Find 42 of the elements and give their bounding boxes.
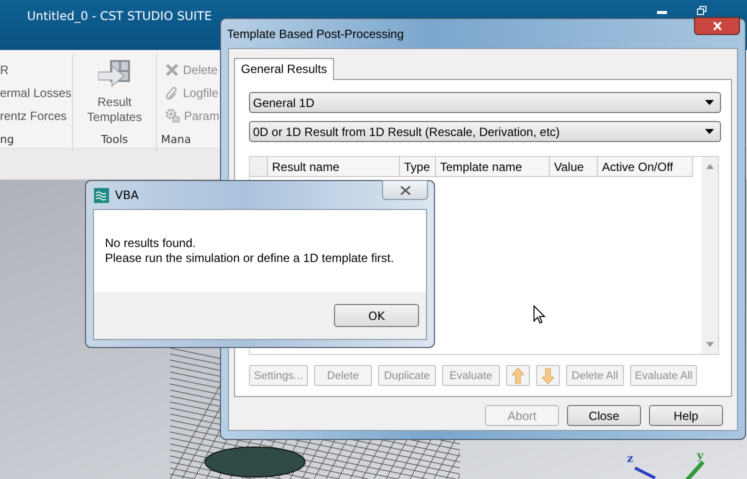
group-label: Mana: [161, 133, 191, 148]
restore-icon[interactable]: [697, 6, 707, 15]
gear-icon: [165, 108, 180, 123]
ribbon-button[interactable]: ermal Losses: [0, 83, 72, 102]
dropdown-arrow-icon: [705, 129, 714, 134]
axis-triad-drawing: z y: [625, 450, 745, 479]
dropdown[interactable]: 0D or 1D Result from 1D Result (Rescale, Derivation, etc): [249, 121, 721, 142]
dropdown[interactable]: General 1D: [249, 92, 721, 113]
dialog-title: Template Based Post-Processing: [226, 26, 404, 43]
message-text: Please run the simulation or define a 1D template first.: [105, 251, 395, 266]
close-icon: [400, 186, 410, 194]
column-header[interactable]: Result name: [268, 157, 400, 177]
ribbon-button[interactable]: rentz Forces: [0, 106, 72, 125]
mouse-cursor-icon: [533, 305, 546, 324]
message-text: No results found.: [105, 236, 197, 251]
scroll-up-icon[interactable]: [706, 164, 714, 169]
up-arrow-icon: [512, 368, 524, 384]
dialog-title: VBA: [115, 188, 139, 202]
down-arrow-icon: [542, 368, 554, 384]
close-icon: [712, 22, 722, 30]
column-header[interactable]: Active On/Off: [598, 157, 693, 177]
close-button[interactable]: [382, 180, 428, 200]
tab[interactable]: General Results: [234, 58, 334, 80]
dialog-button[interactable]: Help: [649, 405, 723, 426]
wave-logo-icon: [94, 188, 109, 202]
paperclip-icon: [165, 86, 179, 100]
dropdown-arrow-icon: [705, 100, 714, 105]
column-header[interactable]: Value: [550, 157, 598, 177]
cross-icon: [165, 62, 179, 76]
minimize-icon[interactable]: [657, 11, 667, 15]
close-button[interactable]: [694, 17, 740, 35]
scroll-down-icon[interactable]: [706, 342, 714, 347]
window-title: Untitled_0 - CST STUDIO SUITE: [27, 9, 212, 23]
column-header[interactable]: Template name: [436, 157, 550, 177]
group-label: ng: [0, 133, 14, 148]
dialog-button[interactable]: Close: [567, 405, 641, 426]
ok-button[interactable]: OK: [334, 304, 419, 327]
scrollbar[interactable]: [702, 157, 718, 354]
ribbon-button[interactable]: Result Templates: [86, 60, 142, 125]
ribbon-button[interactable]: R: [0, 60, 72, 79]
column-header[interactable]: Type: [400, 157, 436, 177]
group-label: Tools: [100, 133, 128, 148]
